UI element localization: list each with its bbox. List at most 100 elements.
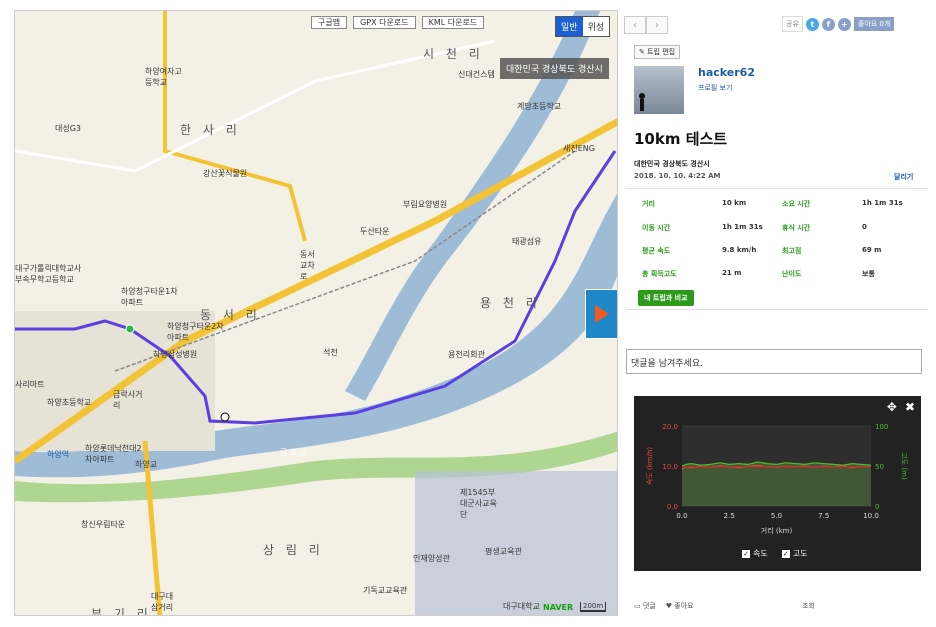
- legend-speed[interactable]: ✓ 속도: [742, 548, 768, 559]
- y-right-tick-label: 100: [875, 423, 888, 431]
- place-label: 기독교교육관: [363, 586, 408, 595]
- google-map-button[interactable]: 구글맵: [311, 16, 348, 29]
- prev-arrow-icon[interactable]: ‹: [624, 16, 646, 34]
- legend-elevation[interactable]: ✓ 고도: [781, 548, 807, 559]
- close-icon[interactable]: ✖: [905, 400, 915, 414]
- place-label: 창신우림타운: [81, 520, 126, 529]
- twitter-icon[interactable]: t: [805, 17, 819, 31]
- place-label: 대구가톨릭대학교사부속무학고등학교: [15, 264, 82, 284]
- trip-title: 10km 테스트: [634, 130, 728, 148]
- trip-date: 2018. 10. 10. 4:22 AM: [634, 172, 721, 180]
- y-left-axis-label: 속도 (km/h): [646, 447, 654, 486]
- y-right-axis-label: 고도 (m): [900, 452, 908, 480]
- place-label: 하양초등학교: [47, 398, 92, 407]
- compare-trip-button[interactable]: 내 트립과 비교: [638, 290, 694, 306]
- river-label: 금 호 강: [280, 448, 308, 457]
- place-label: 대구대삼거리: [151, 592, 174, 612]
- map-toolbar: 구글맵 GPX 다운로드 KML 다운로드: [311, 16, 485, 29]
- place-label: 계당초등학교: [517, 102, 562, 111]
- place-label: 동서교차로: [300, 250, 315, 281]
- next-arrow-icon[interactable]: ›: [646, 16, 668, 34]
- campus-area: [415, 471, 617, 615]
- activity-type: 달리기: [894, 173, 914, 181]
- place-label: 제1545부대군사교육단: [460, 488, 497, 519]
- place-label: 부림요양병원: [403, 200, 448, 209]
- like-count[interactable]: ♥ 좋아요: [666, 601, 694, 611]
- username[interactable]: hacker62: [698, 66, 755, 79]
- y-right-tick-label: 0: [875, 503, 879, 511]
- x-tick-label: 2.5: [724, 512, 735, 520]
- share-bar: 공유 t f + 좋아요 0개: [782, 16, 895, 32]
- district-label: 상 림 리: [263, 543, 324, 557]
- comment-input[interactable]: 댓글을 남겨주세요.: [626, 349, 922, 374]
- share-label: 공유: [782, 16, 803, 32]
- place-label: 용천리회관: [448, 350, 485, 359]
- stat-rest-time: 휴식 시간 0: [782, 223, 867, 232]
- place-label: 하양청구타운2차아파트: [167, 322, 224, 342]
- checkbox-icon[interactable]: ✓: [781, 549, 790, 558]
- move-icon[interactable]: ✥: [887, 400, 897, 414]
- stat-moving-time: 이동 시간 1h 1m 31s: [642, 223, 763, 232]
- place-label: 하양청구타운1차아파트: [121, 287, 178, 307]
- district-label: 한 사 리: [180, 123, 241, 137]
- map-type-normal[interactable]: 일반: [556, 17, 583, 36]
- app-root: 구글맵 GPX 다운로드 KML 다운로드 일반 위성 대한민국 경상북도 경산…: [0, 0, 936, 627]
- stat-elevation-gain: 총 획득고도 21 m: [642, 269, 742, 278]
- x-tick-label: 7.5: [818, 512, 829, 520]
- stat-distance: 거리 10 km: [642, 199, 747, 208]
- x-axis-label: 거리 (km): [761, 526, 793, 535]
- runner-silhouette-icon: [639, 93, 645, 111]
- start-marker[interactable]: [125, 324, 135, 334]
- place-label: 하양역: [47, 450, 70, 459]
- district-label: 부 기 리: [91, 607, 152, 616]
- place-label: 대구대학교: [503, 602, 540, 611]
- play-icon: [595, 305, 609, 323]
- chart-controls: ✥ ✖: [887, 400, 915, 414]
- stat-total-time: 소요 시간 1h 1m 31s: [782, 199, 903, 208]
- place-label: 평생교육관: [485, 547, 522, 556]
- chart-legend: ✓ 속도 ✓ 고도: [742, 548, 807, 559]
- y-left-tick-label: 10.0: [662, 463, 678, 471]
- plus-icon[interactable]: +: [837, 17, 851, 31]
- naver-logo: NAVER: [543, 603, 574, 612]
- map-view[interactable]: 구글맵 GPX 다운로드 KML 다운로드 일반 위성 대한민국 경상북도 경산…: [14, 10, 618, 616]
- edit-trip-label: 트립 편집: [647, 48, 676, 56]
- y-right-tick-label: 50: [875, 463, 884, 471]
- like-button[interactable]: 좋아요 0개: [853, 17, 895, 31]
- edit-trip-button[interactable]: ✎ 트립 편집: [634, 45, 681, 59]
- avatar[interactable]: [634, 66, 684, 114]
- x-tick-label: 0.0: [676, 512, 687, 520]
- place-label: 사리마트: [15, 380, 45, 389]
- location-tooltip: 대한민국 경상북도 경산시: [500, 58, 609, 79]
- trip-location: 대한민국 경상북도 경산시: [634, 160, 710, 168]
- facebook-icon[interactable]: f: [821, 17, 835, 31]
- place-label: 강산꽃식물원: [203, 169, 248, 178]
- checkbox-icon[interactable]: ✓: [742, 549, 750, 558]
- place-label: 태광섬유: [512, 237, 542, 246]
- kml-download-button[interactable]: KML 다운로드: [421, 16, 485, 29]
- trip-panel: ‹ › 공유 t f + 좋아요 0개 ✎ 트립 편집 hacker62 프로필…: [622, 10, 936, 627]
- chart-svg: 0.0 10.0 20.0 0 50 100 0.0 2.5 5.0 7.5 10.0 거리 (km)…: [646, 423, 908, 535]
- gpx-download-button[interactable]: GPX 다운로드: [353, 16, 416, 29]
- x-tick-label: 5.0: [771, 512, 782, 520]
- stat-max-elevation: 최고점 69 m: [782, 246, 882, 255]
- map-scale: 200m: [580, 602, 607, 612]
- place-label: 석천: [323, 348, 338, 357]
- place-label: 새진ENG: [563, 144, 595, 153]
- comment-count[interactable]: ▭ 댓글: [634, 601, 656, 611]
- play-route-button[interactable]: [585, 289, 617, 339]
- finish-marker[interactable]: [220, 412, 230, 422]
- stat-difficulty: 난이도 보통: [782, 270, 875, 278]
- place-label: 하양여자고등학교: [145, 67, 182, 87]
- place-label: 금락사거리: [113, 390, 143, 410]
- place-label: 인재양성관: [413, 554, 450, 563]
- y-left-tick-label: 0.0: [667, 503, 678, 511]
- map-type-satellite[interactable]: 위성: [582, 17, 610, 36]
- stat-avg-speed: 평균 속도 9.8 km/h: [642, 246, 757, 255]
- profile-link[interactable]: 프로필 보기: [698, 83, 732, 93]
- place-label: 두산타운: [360, 227, 390, 236]
- x-tick-label: 10.0: [863, 512, 879, 520]
- y-left-tick-label: 20.0: [662, 423, 678, 431]
- place-label: 하양교: [135, 460, 158, 469]
- social-bar: ▭ 댓글 ♥ 좋아요: [634, 601, 694, 611]
